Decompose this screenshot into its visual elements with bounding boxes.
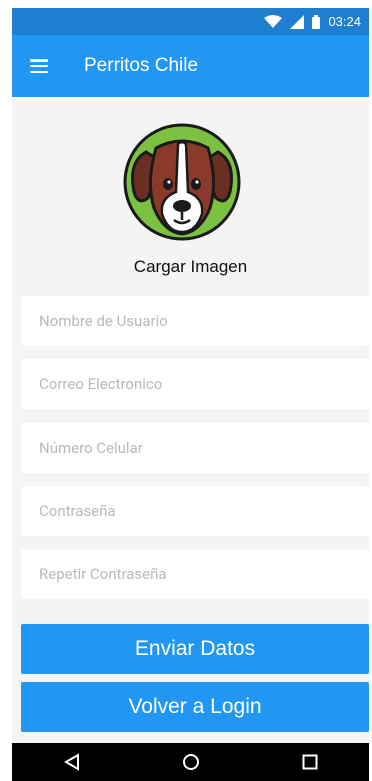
phone-input[interactable] [37,438,353,458]
submit-data-button[interactable]: Enviar Datos [21,624,369,674]
home-circle-icon[interactable] [171,747,211,777]
password-input[interactable] [37,501,353,521]
email-input[interactable] [37,374,353,394]
app-bar: Perritos Chile [12,35,369,97]
phone-field-container [21,423,369,473]
username-input[interactable] [37,311,353,331]
signal-icon [290,14,305,29]
app-title: Perritos Chile [84,55,199,76]
back-triangle-icon[interactable] [52,747,92,777]
hamburger-menu-icon[interactable] [30,59,48,73]
wifi-icon [264,14,283,29]
password-field-container [21,486,369,536]
username-field-container [21,296,369,346]
register-form-content: Cargar Imagen Enviar Datos Volver a Logi… [12,97,369,732]
dog-avatar-icon[interactable] [122,122,242,242]
battery-icon [312,14,321,29]
upload-image-label[interactable]: Cargar Imagen [12,257,369,277]
repeat-password-field-container [21,549,369,599]
back-to-login-button[interactable]: Volver a Login [21,682,369,732]
recents-square-icon[interactable] [290,747,330,777]
phone-screen: 03:24 Perritos Chile Cargar Imagen Nombr… [12,8,369,781]
status-time: 03:24 [328,14,361,29]
repeat-password-input[interactable] [37,564,353,584]
screen: 03:24 Perritos Chile Cargar Imagen Nombr… [0,0,372,781]
system-nav-bar [12,743,369,781]
email-field-container [21,359,369,409]
status-bar: 03:24 [12,8,369,35]
